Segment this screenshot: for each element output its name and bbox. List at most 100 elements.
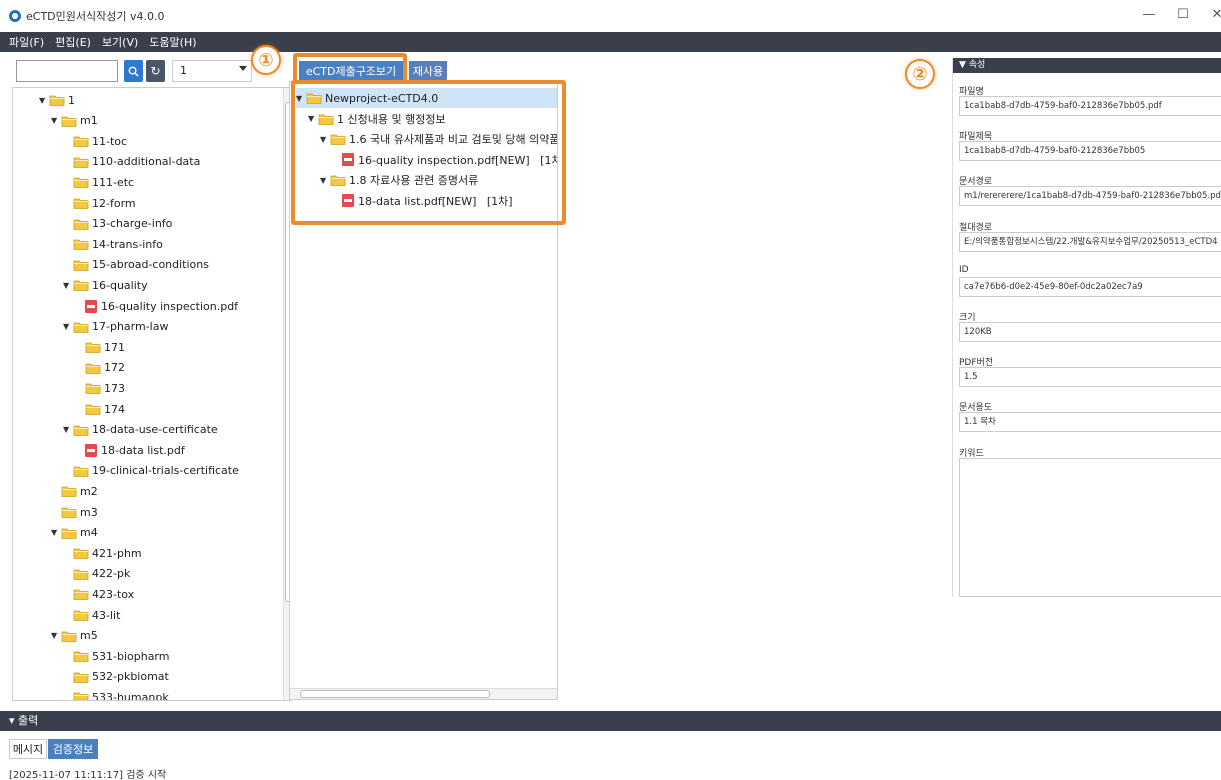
tree-item[interactable]: 15-abroad-conditions [63,255,209,275]
folder-icon [85,362,101,374]
folder-icon [73,176,89,189]
tree-item[interactable]: 532-pkbiomat [63,667,169,687]
tree-item[interactable]: 174 [75,399,125,419]
scrollbar-thumb[interactable] [300,690,490,698]
maximize-button[interactable]: ☐ [1174,7,1192,22]
tree-item-label: 43-lit [92,608,121,622]
property-field[interactable]: 120KB [959,322,1221,342]
tree-item-label: 532-pkbiomat [92,670,169,684]
folder-icon [73,691,89,700]
tab-reuse[interactable]: 재사용 [409,61,447,81]
keyword-textarea[interactable] [959,457,1221,597]
tree-item[interactable]: 422-pk [63,564,130,584]
output-header[interactable]: ▾ 출력 [0,711,1221,731]
folder-icon [73,156,89,168]
tree-item-label: 111-etc [92,175,135,189]
app-logo-icon [9,10,21,22]
search-input[interactable] [16,60,118,82]
callout-two: ② [905,59,935,89]
tree-item[interactable]: ▼ 18-data-use-certificate [63,420,218,440]
menu-edit[interactable]: 편집(E) [55,34,91,50]
tree-item[interactable]: 43-lit [63,605,120,625]
properties-header[interactable]: ▼ 속성 [953,58,1221,73]
folder-icon [73,547,89,560]
tree-item-label: 1 [68,93,75,107]
tree-item[interactable]: 12-form [63,193,136,213]
expand-arrow-icon[interactable]: ▼ [63,425,73,434]
expand-arrow-icon[interactable]: ▼ [51,528,61,537]
folder-icon [73,218,89,230]
tree-item-label: 171 [104,340,125,354]
tree-item-label: m5 [80,629,98,643]
folder-icon [85,382,101,395]
tree-item-label: m3 [80,505,98,519]
tree-item-label: m4 [80,526,98,540]
folder-icon [61,506,77,518]
level-select[interactable]: 1 [172,60,252,82]
property-field[interactable]: 1.1 목차 [959,412,1221,433]
output-log-line: [2025-11-07 11:11:17] 검증 시작 [9,770,167,780]
tree-item[interactable]: 173 [75,378,125,398]
tree-item[interactable]: ▼ 1 [39,90,75,110]
expand-arrow-icon[interactable]: ▼ [51,631,61,640]
expand-arrow-icon[interactable]: ▼ [63,322,73,331]
expand-arrow-icon[interactable]: ▼ [51,116,61,125]
tree-item[interactable]: ▼ m4 [51,523,98,543]
minimize-button[interactable]: — [1140,7,1158,22]
tree-item[interactable]: 16-quality inspection.pdf [75,296,238,316]
tree-item[interactable]: 110-additional-data [63,152,200,172]
tree-item[interactable]: ▼ 16-quality [63,275,148,295]
property-field[interactable]: m1/rerererere/1ca1bab8-d7db-4759-baf0-21… [959,186,1221,207]
callout-one: ① [251,45,281,75]
tree-item[interactable]: ▼ 17-pharm-law [63,317,168,337]
tree-item[interactable]: 18-data list.pdf [75,440,185,460]
tree-item[interactable]: 171 [75,337,125,357]
tree-item[interactable]: ▼ m1 [51,111,98,131]
tree-item[interactable]: m2 [51,481,98,501]
tree-item[interactable]: 421-phm [63,543,142,563]
folder-icon [73,279,89,292]
tree-item[interactable]: 13-charge-info [63,214,172,234]
folder-icon [73,465,89,477]
tree-item[interactable]: 533-humanpk [63,687,169,700]
submission-tree-hscrollbar[interactable] [290,688,557,699]
tree-item[interactable]: 531-biopharm [63,646,169,666]
folder-icon [73,424,89,436]
menu-view[interactable]: 보기(V) [102,34,138,50]
folder-icon [85,403,101,415]
property-field[interactable]: 1.5 [959,367,1221,388]
close-button[interactable]: ✕ [1208,7,1221,22]
tree-item[interactable]: 111-etc [63,172,134,192]
chevron-down-icon [239,66,247,71]
property-field[interactable]: E:/의약품통합정보시스템/22.개발&유지보수업무/20250513_eCTD… [959,231,1221,252]
tab-message[interactable]: 메시지 [9,739,47,759]
expand-arrow-icon[interactable]: ▼ [39,96,49,105]
menu-help[interactable]: 도움말(H) [149,34,196,50]
tree-item-label: 422-pk [92,567,131,581]
folder-icon [73,588,89,601]
left-tree[interactable]: ▼ 1 ▼ m1 11-toc 110-additional-data 111-etc 12-… [12,87,292,701]
expand-arrow-icon[interactable]: ▼ [63,281,73,290]
tree-item-label: 19-clinical-trials-certificate [92,464,239,478]
tree-item[interactable]: 423-tox [63,584,134,604]
tree-item[interactable]: ▼ m5 [51,626,98,646]
refresh-button[interactable]: ↻ [146,60,165,82]
tree-item[interactable]: 19-clinical-trials-certificate [63,461,239,481]
menu-file[interactable]: 파일(F) [9,34,44,50]
tree-item-label: 12-form [92,196,136,210]
tree-item-label: 16-quality inspection.pdf [101,299,239,313]
tree-item[interactable]: 14-trans-info [63,234,163,254]
tree-item[interactable]: 172 [75,358,125,378]
tree-item-label: m2 [80,484,98,498]
folder-icon [73,259,89,271]
tree-item[interactable]: 11-toc [63,131,127,151]
property-field[interactable]: 1ca1bab8-d7db-4759-baf0-212836e7bb05.pdf [959,96,1221,116]
tree-item-label: 423-tox [92,587,135,601]
search-button[interactable] [124,60,143,82]
project-tree-panel: ↻ 1 ▼ 1 ▼ m1 11-toc 110-additional-data 111-et… [7,58,292,701]
property-field[interactable]: 1ca1bab8-d7db-4759-baf0-212836e7bb05 [959,141,1221,162]
property-field[interactable]: ca7e76b6-d0e2-45e9-80ef-0dc2a02ec7a9 [959,276,1221,297]
tree-item[interactable]: m3 [51,502,98,522]
tree-item-label: 11-toc [92,134,128,148]
tab-validation[interactable]: 검증정보 [48,739,98,759]
